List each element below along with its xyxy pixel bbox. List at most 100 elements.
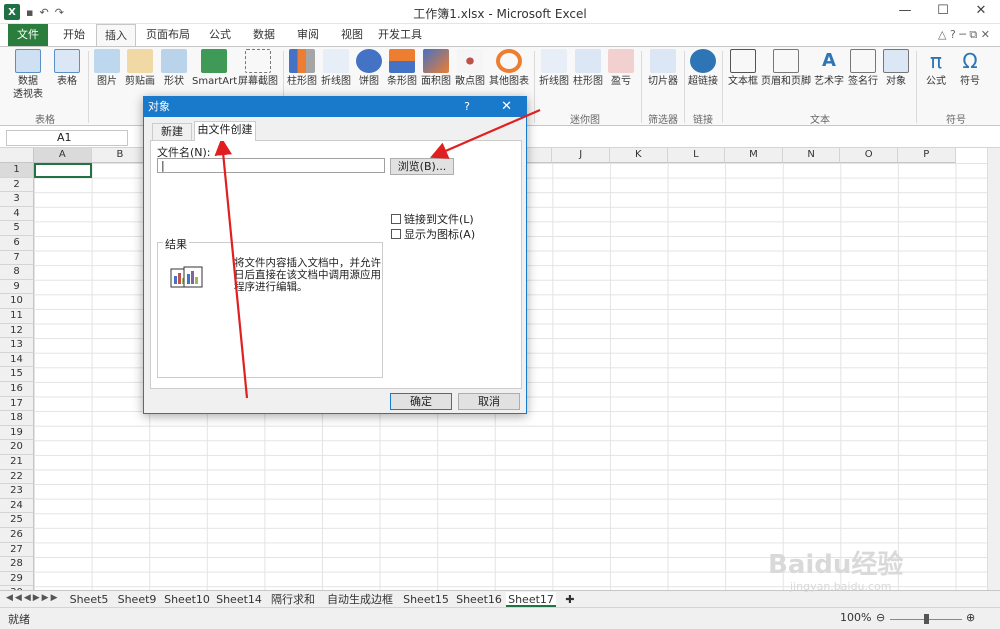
browse-button[interactable]: 浏览(B)... — [390, 158, 454, 175]
row-header[interactable]: 3 — [0, 192, 34, 207]
row-header[interactable]: 1 — [0, 163, 34, 178]
tab-new[interactable]: 新建 — [152, 123, 192, 141]
smartart-button[interactable]: SmartArt — [192, 49, 237, 88]
signature-line-button[interactable]: 签名行 — [846, 49, 880, 88]
show-as-icon-checkbox[interactable]: 显示为图标(A) — [391, 226, 475, 242]
sheet-tab[interactable]: Sheet5 — [66, 592, 112, 607]
row-header[interactable]: 20 — [0, 440, 34, 455]
row-header[interactable]: 10 — [0, 294, 34, 309]
header-footer-button[interactable]: 页眉和页脚 — [760, 49, 812, 88]
select-all-corner[interactable] — [0, 148, 34, 163]
tab-home[interactable]: 开始 — [54, 24, 94, 46]
sheet-tab[interactable]: Sheet16 — [454, 592, 504, 607]
column-header[interactable]: O — [840, 148, 898, 163]
row-header[interactable]: 29 — [0, 571, 34, 587]
ok-button[interactable]: 确定 — [390, 393, 452, 410]
minimize-button[interactable]: — — [886, 0, 924, 24]
cancel-button[interactable]: 取消 — [458, 393, 520, 410]
column-header[interactable]: N — [782, 148, 841, 163]
sheet-tab[interactable]: Sheet15 — [400, 592, 452, 607]
screenshot-button[interactable]: 屏幕截图 — [238, 49, 278, 88]
picture-button[interactable]: 图片 — [93, 49, 121, 88]
close-window-button[interactable]: ✕ — [962, 0, 1000, 24]
row-header[interactable]: 12 — [0, 323, 34, 339]
row-header[interactable]: 11 — [0, 309, 34, 324]
tab-formulas[interactable]: 公式 — [200, 24, 240, 46]
zoom-in-icon[interactable]: ⊕ — [966, 611, 975, 624]
row-header[interactable]: 21 — [0, 455, 34, 470]
table-button[interactable]: 表格 — [52, 49, 82, 88]
row-header[interactable]: 13 — [0, 338, 34, 353]
sheet-tab[interactable]: 自动生成边框 — [322, 592, 398, 607]
dialog-close-icon[interactable]: ✕ — [501, 97, 512, 117]
slicer-button[interactable]: 切片器 — [644, 49, 682, 88]
object-button[interactable]: 对象 — [880, 49, 912, 88]
zoom-level[interactable]: 100% — [840, 611, 871, 624]
clipart-button[interactable]: 剪贴画 — [124, 49, 156, 88]
equation-button[interactable]: π 公式 — [920, 49, 952, 88]
row-header[interactable]: 5 — [0, 221, 34, 236]
line-chart-button[interactable]: 折线图 — [320, 49, 352, 88]
pie-chart-button[interactable]: 饼图 — [354, 49, 384, 88]
tab-data[interactable]: 数据 — [244, 24, 284, 46]
row-header[interactable]: 8 — [0, 265, 34, 280]
link-to-file-checkbox[interactable]: 链接到文件(L) — [391, 211, 474, 227]
column-chart-button[interactable]: 柱形图 — [286, 49, 318, 88]
name-box[interactable]: A1 — [6, 130, 128, 146]
column-header[interactable]: B — [91, 148, 150, 163]
row-header[interactable]: 23 — [0, 484, 34, 499]
vertical-scrollbar[interactable] — [987, 148, 1000, 590]
sparkline-line-button[interactable]: 折线图 — [538, 49, 570, 88]
tab-view[interactable]: 视图 — [332, 24, 372, 46]
column-header[interactable]: P — [898, 148, 956, 163]
row-header[interactable]: 9 — [0, 279, 34, 295]
sheet-tab[interactable]: Sheet14 — [214, 592, 264, 607]
row-header[interactable]: 26 — [0, 528, 34, 543]
row-header[interactable]: 4 — [0, 206, 34, 222]
sheet-tab[interactable]: 隔行求和 — [266, 592, 320, 607]
row-header[interactable]: 6 — [0, 236, 34, 251]
sheet-tab-active[interactable]: Sheet17 — [506, 592, 556, 607]
row-header[interactable]: 22 — [0, 469, 34, 485]
column-header[interactable]: J — [552, 148, 610, 163]
row-header[interactable]: 14 — [0, 352, 34, 368]
tab-file[interactable]: 文件 — [8, 24, 48, 46]
selected-cell-a1[interactable] — [34, 163, 92, 178]
sparkline-winloss-button[interactable]: 盈亏 — [606, 49, 636, 88]
sparkline-column-button[interactable]: 柱形图 — [572, 49, 604, 88]
row-header[interactable]: 27 — [0, 542, 34, 558]
row-header[interactable]: 2 — [0, 177, 34, 193]
row-header[interactable]: 25 — [0, 513, 34, 528]
tab-insert[interactable]: 插入 — [96, 24, 136, 46]
textbox-button[interactable]: 文本框 — [726, 49, 760, 88]
tab-review[interactable]: 审阅 — [288, 24, 328, 46]
symbol-button[interactable]: Ω 符号 — [954, 49, 986, 88]
area-chart-button[interactable]: 面积图 — [420, 49, 452, 88]
row-header[interactable]: 7 — [0, 250, 34, 266]
hyperlink-button[interactable]: 超链接 — [686, 49, 720, 88]
tab-page-layout[interactable]: 页面布局 — [140, 24, 196, 46]
shapes-button[interactable]: 形状 — [160, 49, 188, 88]
column-header[interactable]: K — [610, 148, 668, 163]
sheet-tab[interactable]: Sheet9 — [114, 592, 160, 607]
zoom-out-icon[interactable]: ⊖ — [876, 611, 885, 624]
scatter-chart-button[interactable]: 散点图 — [454, 49, 486, 88]
row-header[interactable]: 24 — [0, 498, 34, 514]
maximize-button[interactable]: ☐ — [924, 0, 962, 24]
pivot-table-button[interactable]: 数据 透视表 — [10, 49, 46, 101]
tab-developer[interactable]: 开发工具 — [372, 24, 428, 46]
ribbon-controls-icon[interactable]: △ ? ─ ⧉ ✕ — [938, 28, 990, 42]
filename-input[interactable]: | — [157, 158, 385, 173]
sheet-tab[interactable]: Sheet10 — [162, 592, 212, 607]
new-sheet-icon[interactable]: ✚ — [560, 592, 580, 607]
tab-create-from-file[interactable]: 由文件创建 — [194, 121, 256, 141]
help-icon[interactable]: ? — [464, 97, 470, 117]
wordart-button[interactable]: A 艺术字 — [812, 49, 846, 88]
column-header[interactable]: M — [725, 148, 783, 163]
row-header[interactable]: 19 — [0, 425, 34, 441]
zoom-slider-handle[interactable] — [924, 614, 929, 624]
row-header[interactable]: 28 — [0, 557, 34, 572]
sheet-nav-arrows-icon[interactable]: ◀◀◀▶▶▶ — [6, 593, 60, 603]
other-charts-button[interactable]: 其他图表 — [488, 49, 530, 88]
row-header[interactable]: 16 — [0, 382, 34, 397]
